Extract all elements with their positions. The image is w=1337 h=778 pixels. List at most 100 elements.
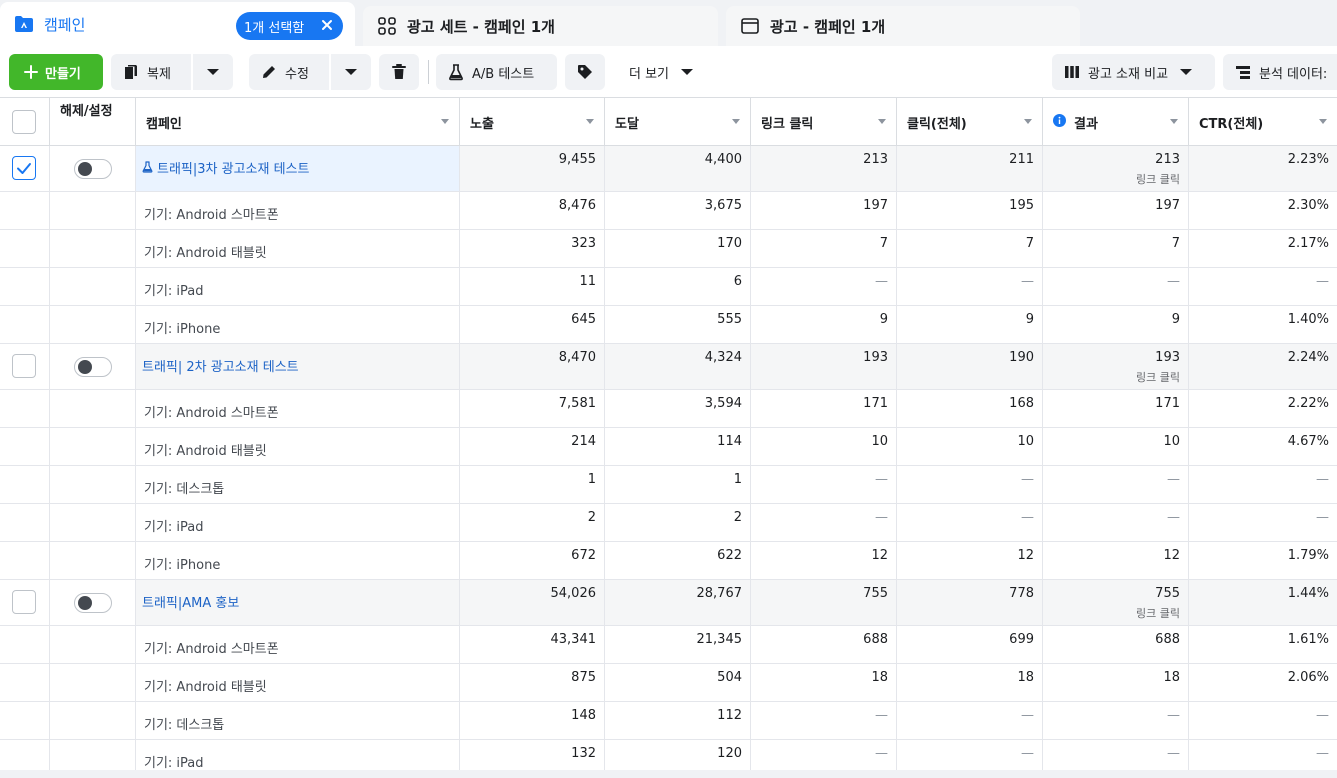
create-button-label: 만들기 bbox=[45, 66, 81, 82]
clicks-all-value: 211 bbox=[1009, 152, 1034, 167]
breakdown-button[interactable]: 분석 데이터: bbox=[1223, 54, 1337, 90]
impressions-cell: 7,581 bbox=[460, 390, 605, 427]
info-icon[interactable] bbox=[1053, 114, 1066, 127]
selected-count-pill[interactable]: 1개 선택함 bbox=[236, 12, 343, 40]
link-clicks-value: 171 bbox=[863, 396, 888, 411]
reach-cell: 2 bbox=[605, 504, 751, 541]
ctr-value: 1.44% bbox=[1287, 586, 1329, 601]
reach-value: 120 bbox=[717, 746, 742, 761]
impressions-value: 1 bbox=[587, 472, 596, 487]
tab-adset[interactable]: 광고 세트 - 캠페인 1개 bbox=[363, 6, 718, 46]
sort-caret-icon[interactable] bbox=[586, 119, 594, 124]
header-reach[interactable]: 도달 bbox=[605, 98, 751, 146]
impressions-value: 148 bbox=[571, 708, 596, 723]
impressions-value: 645 bbox=[571, 312, 596, 327]
breakdown-label: 기기: Android 태블릿 bbox=[144, 246, 267, 261]
compare-creatives-button[interactable]: 광고 소재 비교 bbox=[1052, 54, 1215, 90]
clicks-all-cell: — bbox=[897, 466, 1043, 503]
tab-campaign[interactable]: 캠페인 1개 선택함 bbox=[0, 2, 355, 46]
header-link-clicks[interactable]: 링크 클릭 bbox=[751, 98, 897, 146]
campaign-row[interactable]: 트래픽| 2차 광고소재 테스트 8,470 4,324 193 190 193 링크 클릭… bbox=[0, 344, 1337, 390]
table-header: 해제/설정 캠페인 노출 도달 링크 클릭 클릭(전체) 결과 CTR(전체) bbox=[0, 98, 1337, 146]
impressions-value: 323 bbox=[571, 236, 596, 251]
ctr-cell: 2.24% bbox=[1189, 344, 1337, 389]
impressions-value: 43,341 bbox=[550, 632, 597, 647]
ad-window-icon bbox=[740, 16, 760, 36]
ctr-cell: — bbox=[1189, 702, 1337, 739]
campaign-name-link[interactable]: 트래픽|3차 광고소재 테스트 bbox=[157, 162, 309, 177]
edit-button[interactable]: 수정 bbox=[249, 54, 329, 90]
header-impressions[interactable]: 노출 bbox=[460, 98, 605, 146]
close-icon[interactable] bbox=[319, 17, 335, 33]
sort-caret-icon[interactable] bbox=[1319, 119, 1327, 124]
edit-dropdown-button[interactable] bbox=[331, 54, 371, 90]
select-all-checkbox[interactable] bbox=[12, 110, 36, 134]
reach-value: 3,675 bbox=[704, 198, 742, 213]
tag-button[interactable] bbox=[565, 54, 605, 90]
sort-caret-icon[interactable] bbox=[441, 119, 449, 124]
sort-caret-icon[interactable] bbox=[732, 119, 740, 124]
campaign-name-link[interactable]: 트래픽| 2차 광고소재 테스트 bbox=[142, 360, 299, 375]
results-value: 12 bbox=[1163, 548, 1180, 563]
header-campaign[interactable]: 캠페인 bbox=[136, 98, 460, 146]
impressions-cell: 214 bbox=[460, 428, 605, 465]
horizontal-scrollbar[interactable] bbox=[0, 770, 1337, 778]
ctr-cell: 1.61% bbox=[1189, 626, 1337, 663]
link-clicks-value: — bbox=[875, 746, 888, 761]
campaign-name-cell[interactable]: 트래픽| 2차 광고소재 테스트 bbox=[136, 344, 460, 389]
select-cell bbox=[0, 306, 50, 343]
header-results[interactable]: 결과 bbox=[1043, 98, 1189, 146]
clicks-all-cell: 10 bbox=[897, 428, 1043, 465]
results-cell: 12 bbox=[1043, 542, 1189, 579]
campaign-toggle[interactable] bbox=[74, 159, 112, 179]
results-cell: 18 bbox=[1043, 664, 1189, 701]
create-button[interactable]: 만들기 bbox=[9, 54, 103, 90]
header-impressions-label: 노출 bbox=[470, 117, 494, 132]
reach-value: 622 bbox=[717, 548, 742, 563]
link-clicks-cell: 7 bbox=[751, 230, 897, 267]
row-checkbox[interactable] bbox=[12, 354, 36, 378]
results-cell: — bbox=[1043, 268, 1189, 305]
clicks-all-value: — bbox=[1021, 472, 1034, 487]
clicks-all-cell: 18 bbox=[897, 664, 1043, 701]
campaign-name-cell[interactable]: 트래픽|3차 광고소재 테스트 bbox=[136, 146, 460, 191]
ab-test-button[interactable]: A/B 테스트 bbox=[436, 54, 557, 90]
ctr-cell: — bbox=[1189, 504, 1337, 541]
campaign-toggle[interactable] bbox=[74, 593, 112, 613]
sort-caret-icon[interactable] bbox=[1024, 119, 1032, 124]
more-button[interactable]: 더 보기 bbox=[617, 54, 707, 90]
impressions-value: 11 bbox=[579, 274, 596, 289]
row-checkbox[interactable] bbox=[12, 156, 36, 180]
duplicate-button[interactable]: 복제 bbox=[111, 54, 191, 90]
results-value: — bbox=[1167, 510, 1180, 525]
toolbar-divider bbox=[428, 60, 429, 84]
duplicate-dropdown-button[interactable] bbox=[193, 54, 233, 90]
duplicate-icon bbox=[121, 62, 141, 82]
campaign-toggle[interactable] bbox=[74, 357, 112, 377]
campaign-name-cell[interactable]: 트래픽|AMA 홍보 bbox=[136, 580, 460, 625]
campaign-name-link[interactable]: 트래픽|AMA 홍보 bbox=[142, 596, 239, 611]
reach-cell: 170 bbox=[605, 230, 751, 267]
link-clicks-cell: 171 bbox=[751, 390, 897, 427]
sort-caret-icon[interactable] bbox=[1170, 119, 1178, 124]
campaign-row[interactable]: 트래픽|3차 광고소재 테스트 9,455 4,400 213 211 213 링크 클릭 2… bbox=[0, 146, 1337, 192]
campaign-row[interactable]: 트래픽|AMA 홍보 54,026 28,767 755 778 755 링크 클릭 1.44… bbox=[0, 580, 1337, 626]
toggle-cell bbox=[50, 268, 136, 305]
sort-caret-icon[interactable] bbox=[878, 119, 886, 124]
ctr-cell: 2.17% bbox=[1189, 230, 1337, 267]
clicks-all-cell: — bbox=[897, 702, 1043, 739]
header-toggle[interactable]: 해제/설정 bbox=[50, 98, 136, 146]
row-checkbox[interactable] bbox=[12, 590, 36, 614]
header-ctr[interactable]: CTR(전체) bbox=[1189, 98, 1337, 146]
header-reach-label: 도달 bbox=[615, 117, 639, 132]
link-clicks-cell: 213 bbox=[751, 146, 897, 191]
link-clicks-cell: 9 bbox=[751, 306, 897, 343]
breakdown-row: 기기: iPad 11 6 — — — — bbox=[0, 268, 1337, 306]
adset-grid-icon bbox=[377, 16, 397, 36]
header-clicks-all[interactable]: 클릭(전체) bbox=[897, 98, 1043, 146]
reach-value: 114 bbox=[717, 434, 742, 449]
reach-value: 3,594 bbox=[704, 396, 742, 411]
tab-ad[interactable]: 광고 - 캠페인 1개 bbox=[726, 6, 1080, 46]
delete-button[interactable] bbox=[379, 54, 419, 90]
header-select-all bbox=[0, 98, 50, 146]
